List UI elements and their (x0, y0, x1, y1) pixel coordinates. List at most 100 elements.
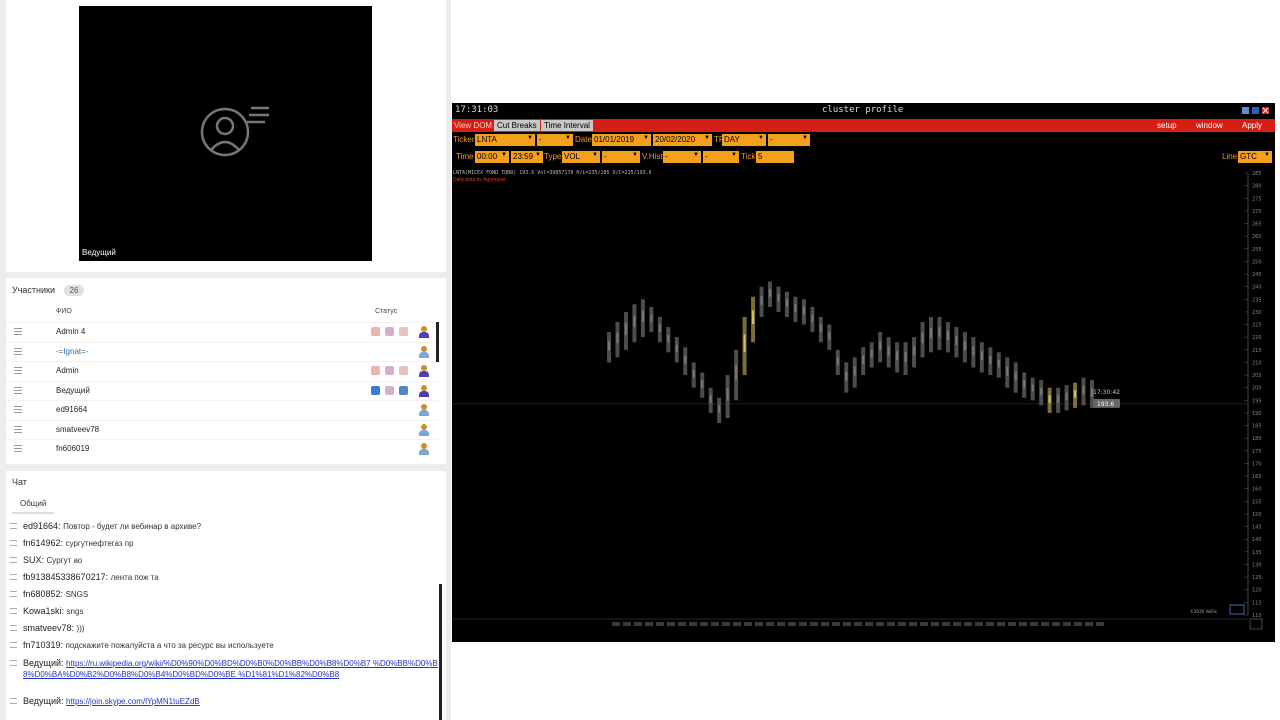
message-link[interactable]: https://join.skype.com/lYpMN1tuEZdB (66, 697, 200, 706)
message-menu-icon[interactable] (10, 557, 17, 563)
drag-handle-icon[interactable] (14, 445, 22, 452)
volume-cluster-mark (675, 344, 678, 353)
chat-tab-general[interactable]: Общий (12, 495, 55, 514)
date-to-input[interactable]: 20/02/2020 ▼ (653, 134, 712, 146)
close-icon[interactable] (1262, 107, 1269, 114)
vhist2-select[interactable]: - ▼ (703, 151, 739, 163)
message-menu-icon[interactable] (10, 523, 17, 529)
message-menu-icon[interactable] (10, 625, 17, 631)
drag-handle-icon[interactable] (14, 406, 22, 413)
minimize-icon[interactable] (1242, 107, 1249, 114)
message-author: fn680852: (23, 589, 64, 599)
message-text: Повтор - будет ли вебинар в архиве? (63, 522, 202, 531)
microphone-icon[interactable] (371, 366, 380, 375)
time-to-input[interactable]: 23:59 ▼ (511, 151, 543, 163)
x-tick-label (744, 622, 752, 626)
participant-name: Ведущий (56, 385, 90, 395)
message-link[interactable]: https://ru.wikipedia.org/wiki/%D0%90%D0%… (23, 659, 438, 679)
timeframe-select[interactable]: DAY ▼ (722, 134, 766, 146)
y-tick-label: 225 (1252, 323, 1262, 329)
maximize-icon[interactable] (1252, 107, 1259, 114)
participant-row[interactable]: Ведущий (6, 380, 438, 400)
message-menu-icon[interactable] (10, 698, 17, 704)
screen-share-icon[interactable] (399, 327, 408, 336)
vhist-label: V.Hist (642, 152, 663, 161)
drag-handle-icon[interactable] (14, 367, 22, 374)
chevron-down-icon: ▼ (501, 152, 507, 158)
presenter-video[interactable]: Ведущий (79, 6, 372, 261)
ticker-select[interactable]: LNTA ▼ (475, 134, 535, 146)
drag-handle-icon[interactable] (14, 425, 22, 433)
time-interval-tab[interactable]: Time Interval (541, 120, 593, 131)
camera-icon[interactable] (385, 327, 394, 336)
type2-value: - (604, 152, 607, 161)
camera-icon[interactable] (385, 366, 394, 375)
chevron-down-icon: ▼ (693, 152, 699, 158)
microphone-icon[interactable] (371, 385, 380, 395)
drag-handle-icon[interactable] (14, 386, 22, 394)
drag-handle-icon[interactable] (14, 347, 22, 355)
tick-input[interactable]: 5 (756, 151, 794, 163)
message-author: SUX: (23, 555, 45, 565)
timeframe2-select[interactable]: - ▼ (768, 134, 810, 146)
volume-cluster-mark (794, 304, 797, 312)
vhist-select[interactable]: - ▼ (663, 151, 701, 163)
message-menu-icon[interactable] (10, 608, 17, 614)
participant-row[interactable]: fn606019 (6, 439, 438, 458)
x-tick-label (1008, 622, 1016, 626)
message-menu-icon[interactable] (10, 574, 17, 580)
participant-row[interactable]: -=Ignat=- (6, 341, 438, 361)
volume-cluster-mark (1082, 385, 1085, 395)
ticker2-value: - (539, 135, 542, 144)
chevron-down-icon: ▼ (802, 135, 808, 141)
cluster-profile-chart[interactable]: 285 280 275 270 265 260 255 250 245 240 235 230 225 2… (452, 163, 1275, 642)
volume-cluster-mark (608, 341, 610, 351)
volume-cluster-mark (641, 310, 644, 323)
volume-cluster-mark (1057, 395, 1060, 403)
date-from-input[interactable]: 01/01/2019 ▼ (592, 134, 651, 146)
drag-handle-icon[interactable] (14, 328, 22, 335)
apply-button[interactable]: Apply (1242, 121, 1262, 130)
type2-select[interactable]: - ▼ (602, 151, 640, 163)
camera-icon[interactable] (385, 385, 394, 395)
window-button[interactable]: window (1196, 121, 1223, 130)
message-menu-icon[interactable] (10, 540, 17, 546)
x-tick-label (1074, 622, 1082, 626)
volume-cluster-mark (811, 314, 814, 323)
chat-scrollbar[interactable] (439, 584, 442, 720)
y-tick-label: 285 (1252, 171, 1262, 177)
participant-row[interactable]: ed91664 (6, 400, 438, 419)
ticker2-select[interactable]: - ▼ (537, 134, 573, 146)
screen-share-icon[interactable] (399, 385, 408, 395)
x-tick-label (700, 622, 708, 626)
time-from-input[interactable]: 00:00 ▼ (475, 151, 509, 163)
volume-cluster-mark (1065, 392, 1068, 401)
participant-row[interactable]: smatveev78 (6, 419, 438, 439)
chevron-down-icon: ▼ (731, 152, 737, 158)
cut-breaks-tab[interactable]: Cut Breaks (494, 120, 540, 131)
message-menu-icon[interactable] (10, 591, 17, 597)
timeframe-value: DAY (724, 135, 740, 144)
x-tick-label (656, 622, 664, 626)
setup-button[interactable]: setup (1157, 121, 1177, 130)
line-select[interactable]: GTC ▼ (1238, 151, 1272, 163)
message-menu-icon[interactable] (10, 642, 17, 648)
message-menu-icon[interactable] (10, 660, 17, 666)
x-tick-label (711, 622, 719, 626)
ticker-label: Ticker (453, 135, 475, 144)
participants-scrollbar[interactable] (436, 322, 439, 362)
column-status-header: Статус (375, 308, 398, 315)
y-tick-label: 245 (1252, 272, 1262, 278)
participant-row[interactable]: Admin 4 (6, 322, 438, 341)
volume-cluster-mark (1074, 390, 1077, 398)
user-role-icon (419, 365, 429, 377)
view-dom-button[interactable]: View DOM (454, 121, 492, 130)
screen-share-icon[interactable] (399, 366, 408, 375)
volume-cluster-mark (633, 315, 636, 328)
y-tick-label: 115 (1252, 600, 1262, 606)
participant-row[interactable]: Admin (6, 361, 438, 380)
type-select[interactable]: VOL ▼ (562, 151, 600, 163)
participants-count-badge: 26 (63, 285, 85, 296)
microphone-icon[interactable] (371, 327, 380, 336)
volume-cluster-mark (1014, 371, 1017, 381)
